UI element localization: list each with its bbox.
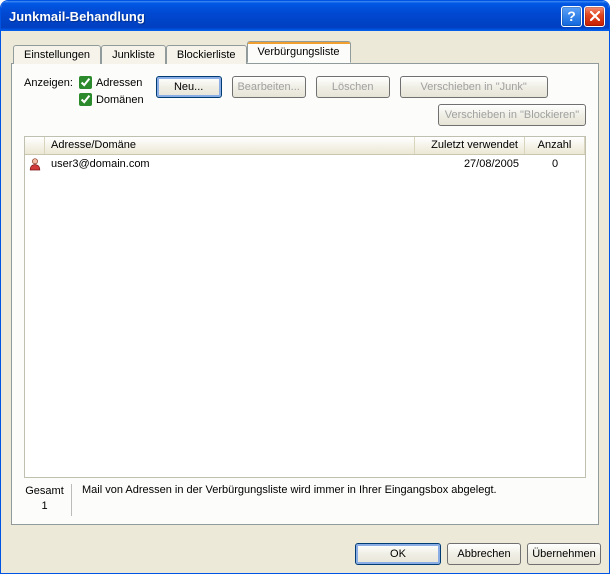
new-button[interactable]: Neu... bbox=[156, 76, 222, 98]
table: Adresse/Domäne Zuletzt verwendet Anzahl … bbox=[24, 136, 586, 478]
table-body[interactable]: user3@domain.com 27/08/2005 0 bbox=[25, 155, 585, 477]
footer-description: Mail von Adressen in der Verbürgungslist… bbox=[82, 484, 586, 496]
cancel-button[interactable]: Abbrechen bbox=[447, 543, 521, 565]
tab-panel: Anzeigen: Adressen Domänen bbox=[11, 63, 599, 525]
tab-einstellungen[interactable]: Einstellungen bbox=[13, 45, 101, 64]
delete-button[interactable]: Löschen bbox=[316, 76, 390, 98]
edit-button[interactable]: Bearbeiten... bbox=[232, 76, 306, 98]
show-addresses-label: Adressen bbox=[96, 77, 142, 89]
apply-button[interactable]: Übernehmen bbox=[527, 543, 601, 565]
window: Junkmail-Behandlung ? Einstellungen Junk… bbox=[0, 0, 610, 574]
close-button[interactable] bbox=[584, 6, 605, 27]
ok-button[interactable]: OK bbox=[355, 543, 441, 565]
move-junk-button[interactable]: Verschieben in "Junk" bbox=[400, 76, 548, 98]
tab-strip: Einstellungen Junkliste Blockierliste Ve… bbox=[11, 41, 599, 63]
show-addresses-input[interactable] bbox=[79, 76, 92, 89]
titlebar[interactable]: Junkmail-Behandlung ? bbox=[1, 1, 609, 31]
table-row[interactable]: user3@domain.com 27/08/2005 0 bbox=[25, 155, 585, 173]
column-count[interactable]: Anzahl bbox=[525, 137, 585, 154]
show-domains-input[interactable] bbox=[79, 93, 92, 106]
show-group: Anzeigen: Adressen Domänen bbox=[24, 76, 144, 106]
cell-address: user3@domain.com bbox=[45, 158, 415, 170]
total-counter: Gesamt 1 bbox=[24, 484, 72, 516]
show-addresses-checkbox[interactable]: Adressen bbox=[79, 76, 144, 89]
table-header: Adresse/Domäne Zuletzt verwendet Anzahl bbox=[25, 137, 585, 155]
column-address[interactable]: Adresse/Domäne bbox=[45, 137, 415, 154]
total-value: 1 bbox=[24, 499, 65, 514]
tab-verbuergungsliste[interactable]: Verbürgungsliste bbox=[247, 41, 351, 63]
total-label: Gesamt bbox=[24, 484, 65, 499]
person-icon bbox=[25, 157, 45, 171]
dialog-body: Einstellungen Junkliste Blockierliste Ve… bbox=[1, 31, 609, 535]
show-domains-checkbox[interactable]: Domänen bbox=[79, 93, 144, 106]
dialog-buttons: OK Abbrechen Übernehmen bbox=[1, 535, 609, 573]
show-domains-label: Domänen bbox=[96, 94, 144, 106]
column-icon[interactable] bbox=[25, 137, 45, 154]
footer: Gesamt 1 Mail von Adressen in der Verbür… bbox=[24, 484, 586, 516]
close-icon bbox=[590, 11, 600, 21]
help-button[interactable]: ? bbox=[561, 6, 582, 27]
top-controls: Anzeigen: Adressen Domänen bbox=[24, 76, 586, 126]
tab-junkliste[interactable]: Junkliste bbox=[101, 45, 166, 64]
tab-blockierliste[interactable]: Blockierliste bbox=[166, 45, 247, 64]
column-last-used[interactable]: Zuletzt verwendet bbox=[415, 137, 525, 154]
show-label: Anzeigen: bbox=[24, 76, 73, 106]
cell-last-used: 27/08/2005 bbox=[415, 158, 525, 170]
window-title: Junkmail-Behandlung bbox=[9, 9, 559, 24]
cell-count: 0 bbox=[525, 158, 585, 170]
move-block-button[interactable]: Verschieben in "Blockieren" bbox=[438, 104, 586, 126]
